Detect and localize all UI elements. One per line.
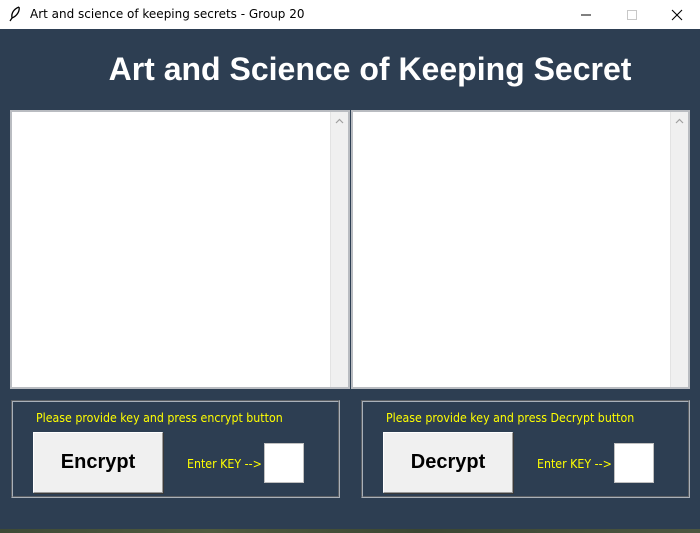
encrypt-frame: Please provide key and press encrypt but… <box>11 400 340 498</box>
maximize-button[interactable] <box>609 0 655 29</box>
scroll-up-arrow-icon[interactable] <box>671 112 688 129</box>
encrypt-button[interactable]: Encrypt <box>33 432 163 493</box>
encrypt-key-input[interactable] <box>264 443 304 483</box>
encrypt-hint: Please provide key and press encrypt but… <box>36 411 283 425</box>
decrypt-hint: Please provide key and press Decrypt but… <box>386 411 635 425</box>
decrypt-button[interactable]: Decrypt <box>383 432 513 493</box>
minimize-icon <box>581 14 591 15</box>
decrypt-key-label: Enter KEY --> <box>537 457 612 471</box>
input-scrollbar[interactable] <box>330 112 348 387</box>
close-button[interactable] <box>654 0 700 29</box>
scroll-up-arrow-icon[interactable] <box>331 112 348 129</box>
feather-icon <box>8 6 22 22</box>
input-text-pane <box>10 110 350 389</box>
title-bar: Art and science of keeping secrets - Gro… <box>0 0 700 29</box>
output-text-pane <box>351 110 690 389</box>
input-textarea[interactable] <box>12 112 331 387</box>
close-icon <box>671 9 683 20</box>
decrypt-key-input[interactable] <box>614 443 654 483</box>
window-title: Art and science of keeping secrets - Gro… <box>30 7 305 21</box>
decrypt-frame: Please provide key and press Decrypt but… <box>361 400 690 498</box>
output-scrollbar[interactable] <box>670 112 688 387</box>
maximize-icon <box>627 9 637 20</box>
encrypt-key-label: Enter KEY --> <box>187 457 262 471</box>
minimize-button[interactable] <box>563 0 609 29</box>
page-title: Art and Science of Keeping Secret <box>108 51 632 87</box>
desktop-background-strip <box>0 529 700 533</box>
app-window: Art and Science of Keeping Secret Please… <box>0 29 700 533</box>
output-textarea[interactable] <box>353 112 671 387</box>
